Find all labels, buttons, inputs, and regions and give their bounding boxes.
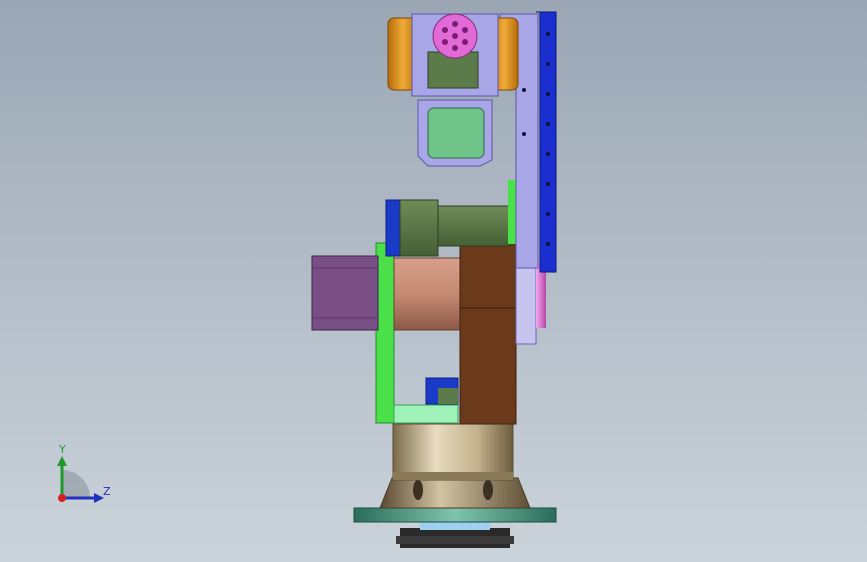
base-column[interactable] [392,423,514,481]
origin-icon [58,494,66,502]
y-axis-label: Y [59,443,66,456]
shoulder-housing[interactable] [459,243,546,425]
axis-triad [57,456,104,503]
base-plate[interactable] [353,507,557,548]
cad-viewport[interactable]: Y Z [0,0,867,562]
base-turntable[interactable] [379,477,531,509]
end-effector-flange[interactable] [432,13,478,59]
elbow-motor[interactable] [385,180,518,257]
robot-arm-model[interactable] [0,0,867,562]
z-axis-label: Z [103,485,111,498]
